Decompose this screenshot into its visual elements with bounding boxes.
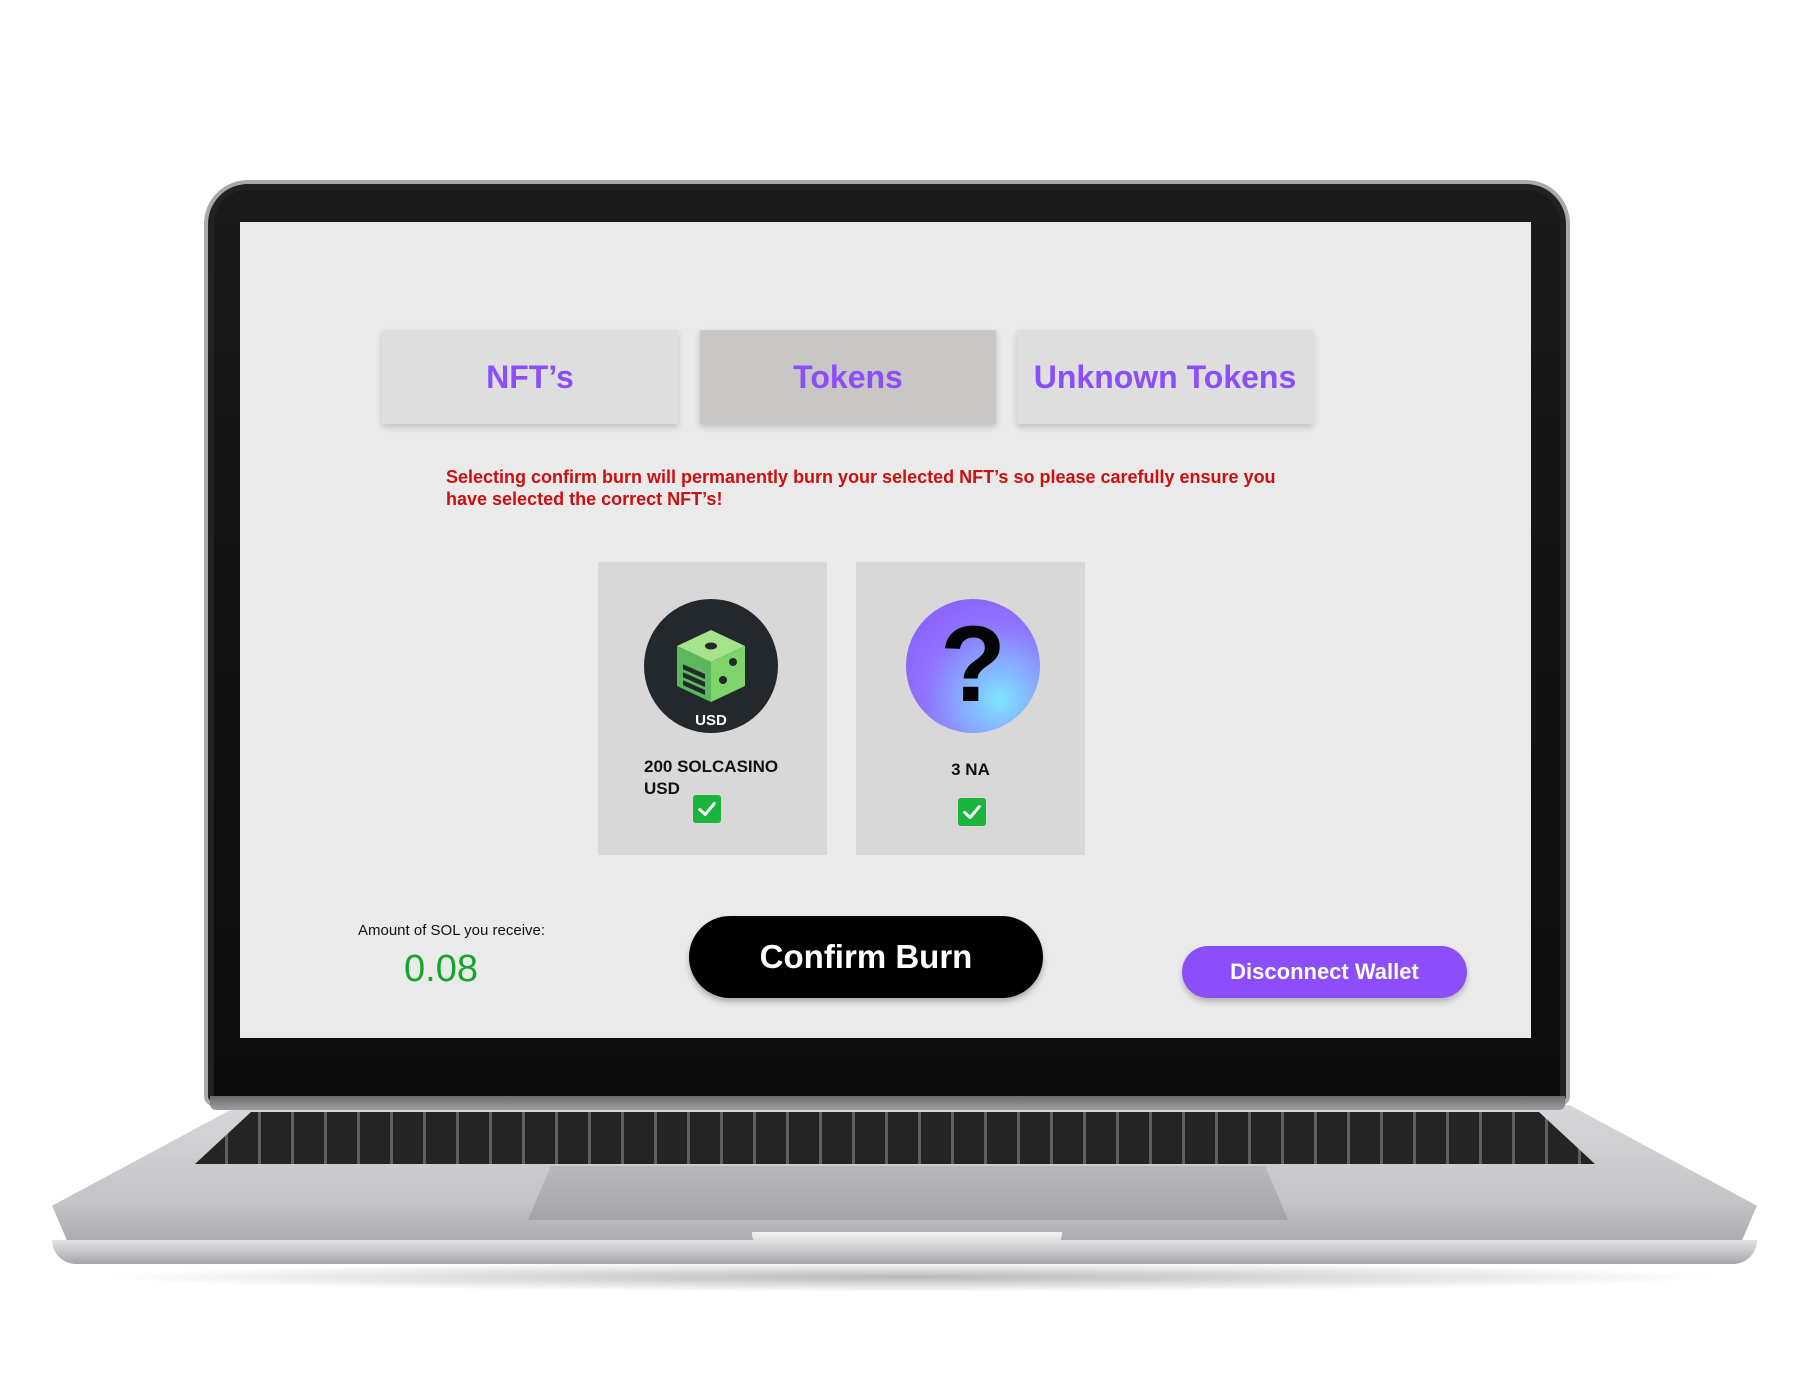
sol-amount-label: Amount of SOL you receive: <box>358 922 546 939</box>
checkbox-checked-icon[interactable] <box>693 795 721 823</box>
trackpad <box>528 1166 1288 1220</box>
laptop-notch <box>752 1232 1062 1248</box>
token-card[interactable]: ? 3 NA <box>856 562 1085 855</box>
dice-icon: USD <box>644 599 778 733</box>
confirm-burn-button[interactable]: Confirm Burn <box>689 916 1043 998</box>
disconnect-wallet-button[interactable]: Disconnect Wallet <box>1182 946 1467 998</box>
laptop-shadow <box>90 1262 1730 1292</box>
app-screen: NFT’s Tokens Unknown Tokens Selecting co… <box>240 222 1531 1038</box>
check-icon <box>698 802 716 816</box>
keyboard <box>195 1112 1595 1164</box>
dice-graphic <box>677 630 745 702</box>
tab-unknown-tokens[interactable]: Unknown Tokens <box>1017 330 1313 424</box>
token-image-label: USD <box>695 712 727 729</box>
burn-warning: Selecting confirm burn will permanently … <box>446 467 1276 509</box>
tab-bar: NFT’s Tokens Unknown Tokens <box>382 330 1317 424</box>
question-mark-glyph: ? <box>940 603 1006 724</box>
question-mark-icon: ? <box>906 599 1040 733</box>
tab-tokens[interactable]: Tokens <box>700 330 996 424</box>
laptop-frame: NFT’s Tokens Unknown Tokens Selecting co… <box>0 0 1800 1400</box>
token-name: 200 SOLCASINO USD <box>644 757 779 798</box>
check-icon <box>963 805 981 819</box>
token-card[interactable]: USD 200 SOLCASINO USD <box>598 562 827 855</box>
sol-amount-value: 0.08 <box>404 948 478 990</box>
token-name: 3 NA <box>951 760 990 779</box>
laptop-hinge <box>210 1096 1565 1110</box>
checkbox-checked-icon[interactable] <box>958 798 986 826</box>
tab-nfts[interactable]: NFT’s <box>382 330 678 424</box>
